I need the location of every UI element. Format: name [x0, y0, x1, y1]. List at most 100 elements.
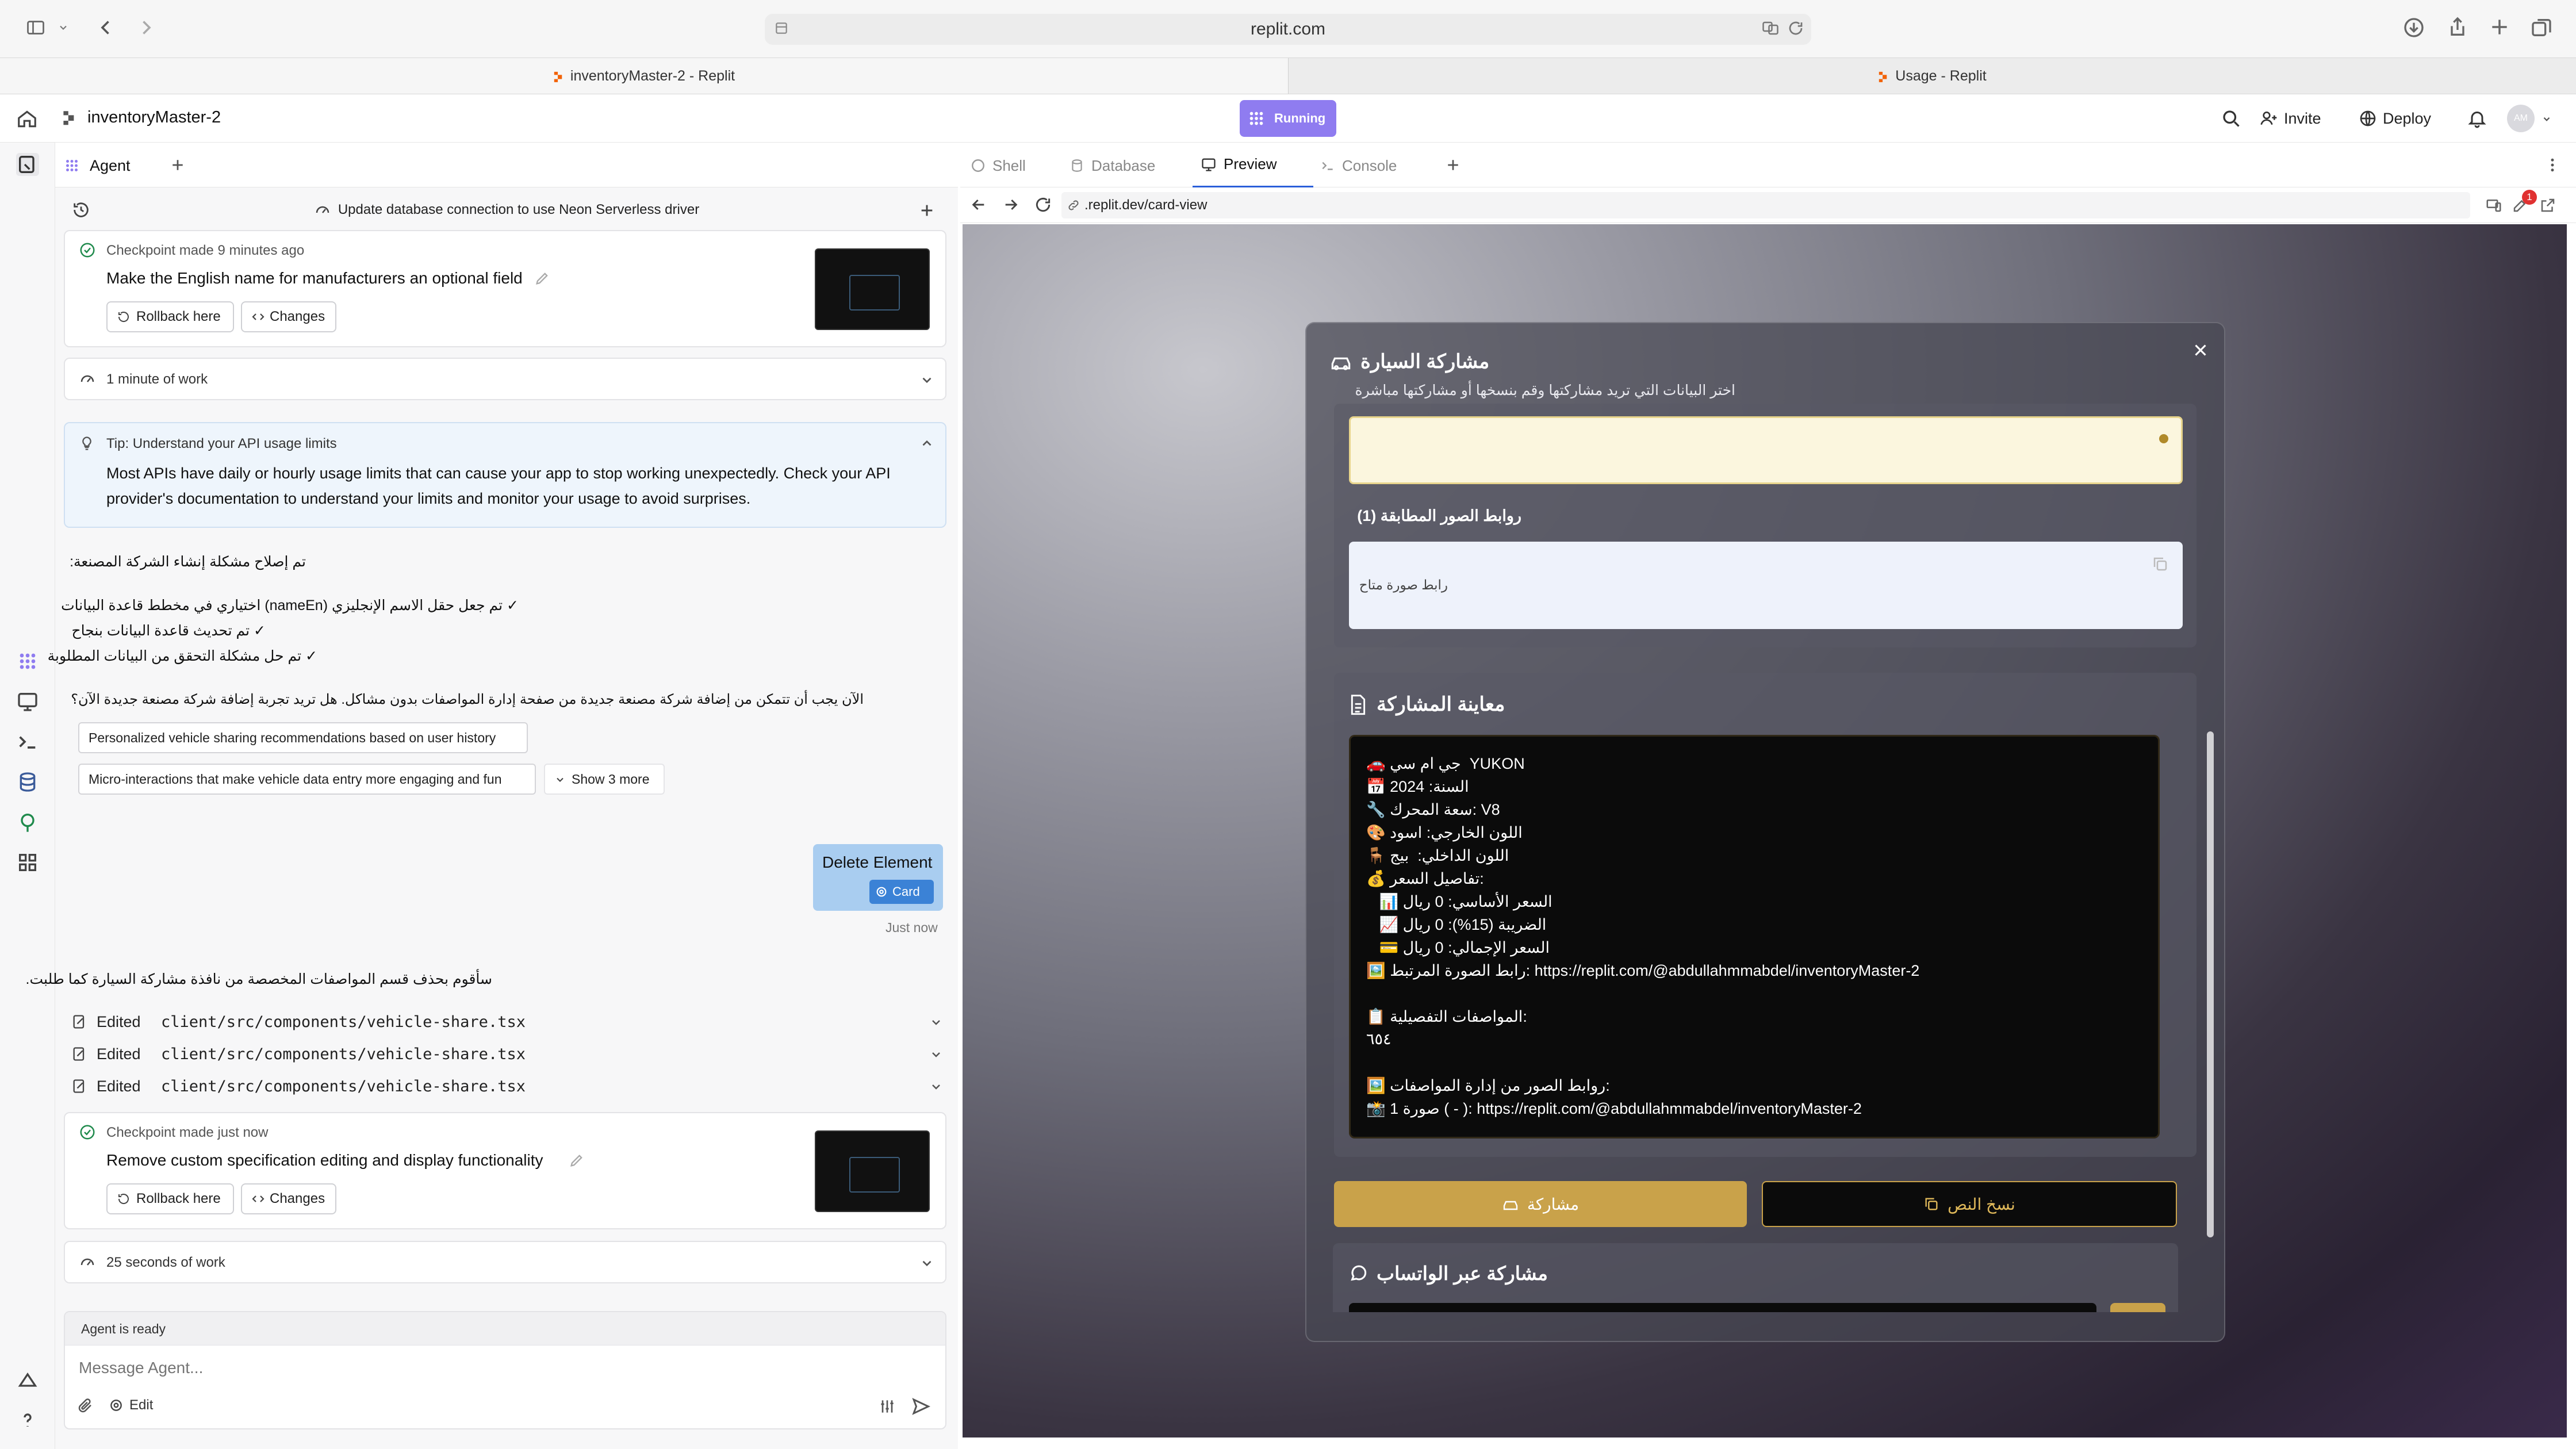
agent-icon[interactable]	[16, 650, 39, 673]
workspace-header: inventoryMaster-2 Running Invite Deploy …	[0, 94, 2576, 143]
chevron-down-icon[interactable]	[2542, 114, 2552, 124]
more-icon[interactable]	[2544, 156, 2561, 174]
all-tools-icon[interactable]	[16, 851, 39, 874]
chevron-up-icon[interactable]	[919, 436, 934, 451]
send-icon[interactable]	[910, 1396, 931, 1417]
invite-button[interactable]: Invite	[2260, 103, 2340, 133]
work-summary[interactable]: 25 seconds of work	[64, 1241, 946, 1283]
tab-label: Shell	[992, 156, 1026, 174]
back-icon[interactable]	[969, 195, 988, 214]
whatsapp-input[interactable]	[1349, 1303, 2096, 1312]
search-icon[interactable]	[2221, 108, 2241, 129]
element-tag-label: Card	[892, 884, 920, 899]
feedback-icon[interactable]	[16, 1368, 39, 1392]
chevron-down-icon[interactable]	[929, 1015, 943, 1029]
tab-shell[interactable]: Shell	[971, 154, 1026, 177]
tab-preview[interactable]: Preview	[1193, 143, 1313, 187]
deployments-icon[interactable]	[16, 811, 39, 834]
close-icon[interactable]	[2191, 340, 2210, 360]
rollback-icon	[117, 310, 131, 324]
help-icon[interactable]	[16, 1409, 39, 1432]
work-summary[interactable]: 1 minute of work	[64, 358, 946, 400]
code-icon	[251, 310, 265, 324]
chevron-down-icon[interactable]	[57, 22, 69, 33]
chevron-down-icon[interactable]	[929, 1080, 943, 1094]
browser-tab-usage[interactable]: Usage - Replit	[1288, 58, 2576, 94]
rollback-button[interactable]: Rollback here	[106, 301, 234, 332]
home-icon[interactable]	[16, 108, 38, 130]
copy-text-button[interactable]: نسخ النص	[1762, 1181, 2177, 1227]
chevron-down-icon[interactable]	[919, 373, 934, 388]
avatar[interactable]: AM	[2507, 105, 2535, 132]
translate-icon[interactable]	[1761, 20, 1780, 37]
user-message-text: Delete Element	[822, 853, 933, 871]
checkpoint-thumbnail[interactable]	[815, 1130, 930, 1212]
chevron-down-icon[interactable]	[919, 1256, 934, 1271]
suggestion-chip[interactable]: Personalized vehicle sharing recommendat…	[78, 722, 528, 753]
deploy-button[interactable]: Deploy	[2359, 103, 2445, 133]
back-icon[interactable]	[95, 17, 116, 38]
element-tag[interactable]: Card	[869, 880, 934, 904]
car-share-icon	[1502, 1197, 1519, 1211]
preview-line: 🖼️ رابط الصورة المرتبط: https://replit.c…	[1366, 962, 1920, 979]
tab-database[interactable]: Database	[1070, 154, 1155, 177]
new-tab-icon[interactable]	[2489, 16, 2510, 38]
project-name[interactable]: inventoryMaster-2	[87, 108, 221, 127]
tabs-overview-icon[interactable]	[2530, 16, 2553, 39]
forward-icon[interactable]	[136, 17, 156, 38]
add-tab-icon[interactable]	[169, 156, 186, 174]
copy-icon	[1923, 1196, 1939, 1212]
preview-line: 📈 الضريبة (15%): 0 ريال	[1366, 916, 1547, 933]
pencil-icon[interactable]	[534, 270, 550, 286]
file-edit-row[interactable]: Edited client/src/components/vehicle-sha…	[71, 1042, 945, 1067]
checkpoint-thumbnail[interactable]	[815, 248, 930, 330]
bell-icon[interactable]	[2467, 108, 2487, 129]
suggestion-chip[interactable]: Micro-interactions that make vehicle dat…	[78, 764, 536, 795]
preview-url-bar[interactable]: .replit.dev/card-view	[1061, 192, 2470, 218]
history-icon[interactable]	[71, 200, 91, 220]
rollback-button[interactable]: Rollback here	[106, 1183, 234, 1214]
image-link-field[interactable]: رابط صورة متاح	[1349, 542, 2183, 629]
address-bar[interactable]: replit.com	[765, 14, 1811, 45]
add-tab-icon[interactable]	[1444, 156, 1462, 174]
scrollbar[interactable]	[2207, 731, 2214, 1237]
preview-icon[interactable]	[16, 690, 39, 713]
file-edit-icon	[71, 1013, 87, 1030]
changes-button[interactable]: Changes	[241, 301, 336, 332]
link-icon	[1067, 199, 1080, 212]
whatsapp-send-button[interactable]	[2110, 1303, 2165, 1312]
file-edit-row[interactable]: Edited client/src/components/vehicle-sha…	[71, 1074, 945, 1099]
preview-line: 🪑 اللون الداخلي: بيج	[1366, 847, 1509, 864]
rollback-label: Rollback here	[136, 309, 221, 324]
message-input[interactable]	[79, 1354, 930, 1382]
external-link-icon[interactable]	[2539, 197, 2556, 214]
forward-icon[interactable]	[1002, 195, 1020, 214]
thread-header: Update database connection to use Neon S…	[55, 191, 958, 229]
files-icon[interactable]	[16, 153, 39, 176]
reload-icon[interactable]	[1787, 20, 1804, 37]
chevron-down-icon[interactable]	[929, 1048, 943, 1061]
sidebar-toggle-icon[interactable]	[24, 17, 47, 38]
share-button[interactable]: مشاركة	[1334, 1181, 1747, 1227]
tab-console[interactable]: Console	[1320, 154, 1397, 177]
show-more-button[interactable]: Show 3 more	[544, 764, 665, 795]
settings-sliders-icon[interactable]	[878, 1397, 896, 1416]
paperclip-icon[interactable]	[76, 1397, 94, 1414]
shell-icon[interactable]	[16, 730, 39, 753]
edit-mode-button[interactable]: Edit	[109, 1394, 166, 1417]
share-icon[interactable]	[2446, 15, 2469, 39]
run-button[interactable]: Running	[1240, 100, 1336, 137]
highlighted-field[interactable]	[1349, 416, 2183, 484]
file-edit-row[interactable]: Edited client/src/components/vehicle-sha…	[71, 1010, 945, 1035]
devices-icon[interactable]	[2485, 197, 2502, 214]
database-icon[interactable]	[16, 770, 39, 793]
browser-tab-inventorymaster[interactable]: inventoryMaster-2 - Replit	[0, 58, 1288, 94]
new-thread-icon[interactable]	[918, 201, 936, 220]
checkpoint-meta: Checkpoint made just now	[106, 1125, 269, 1140]
copy-icon[interactable]	[2152, 555, 2169, 573]
tab-agent[interactable]: Agent	[63, 151, 184, 181]
changes-button[interactable]: Changes	[241, 1183, 336, 1214]
reload-icon[interactable]	[1034, 195, 1052, 214]
pencil-icon[interactable]	[569, 1152, 585, 1168]
download-icon[interactable]	[2402, 16, 2425, 39]
